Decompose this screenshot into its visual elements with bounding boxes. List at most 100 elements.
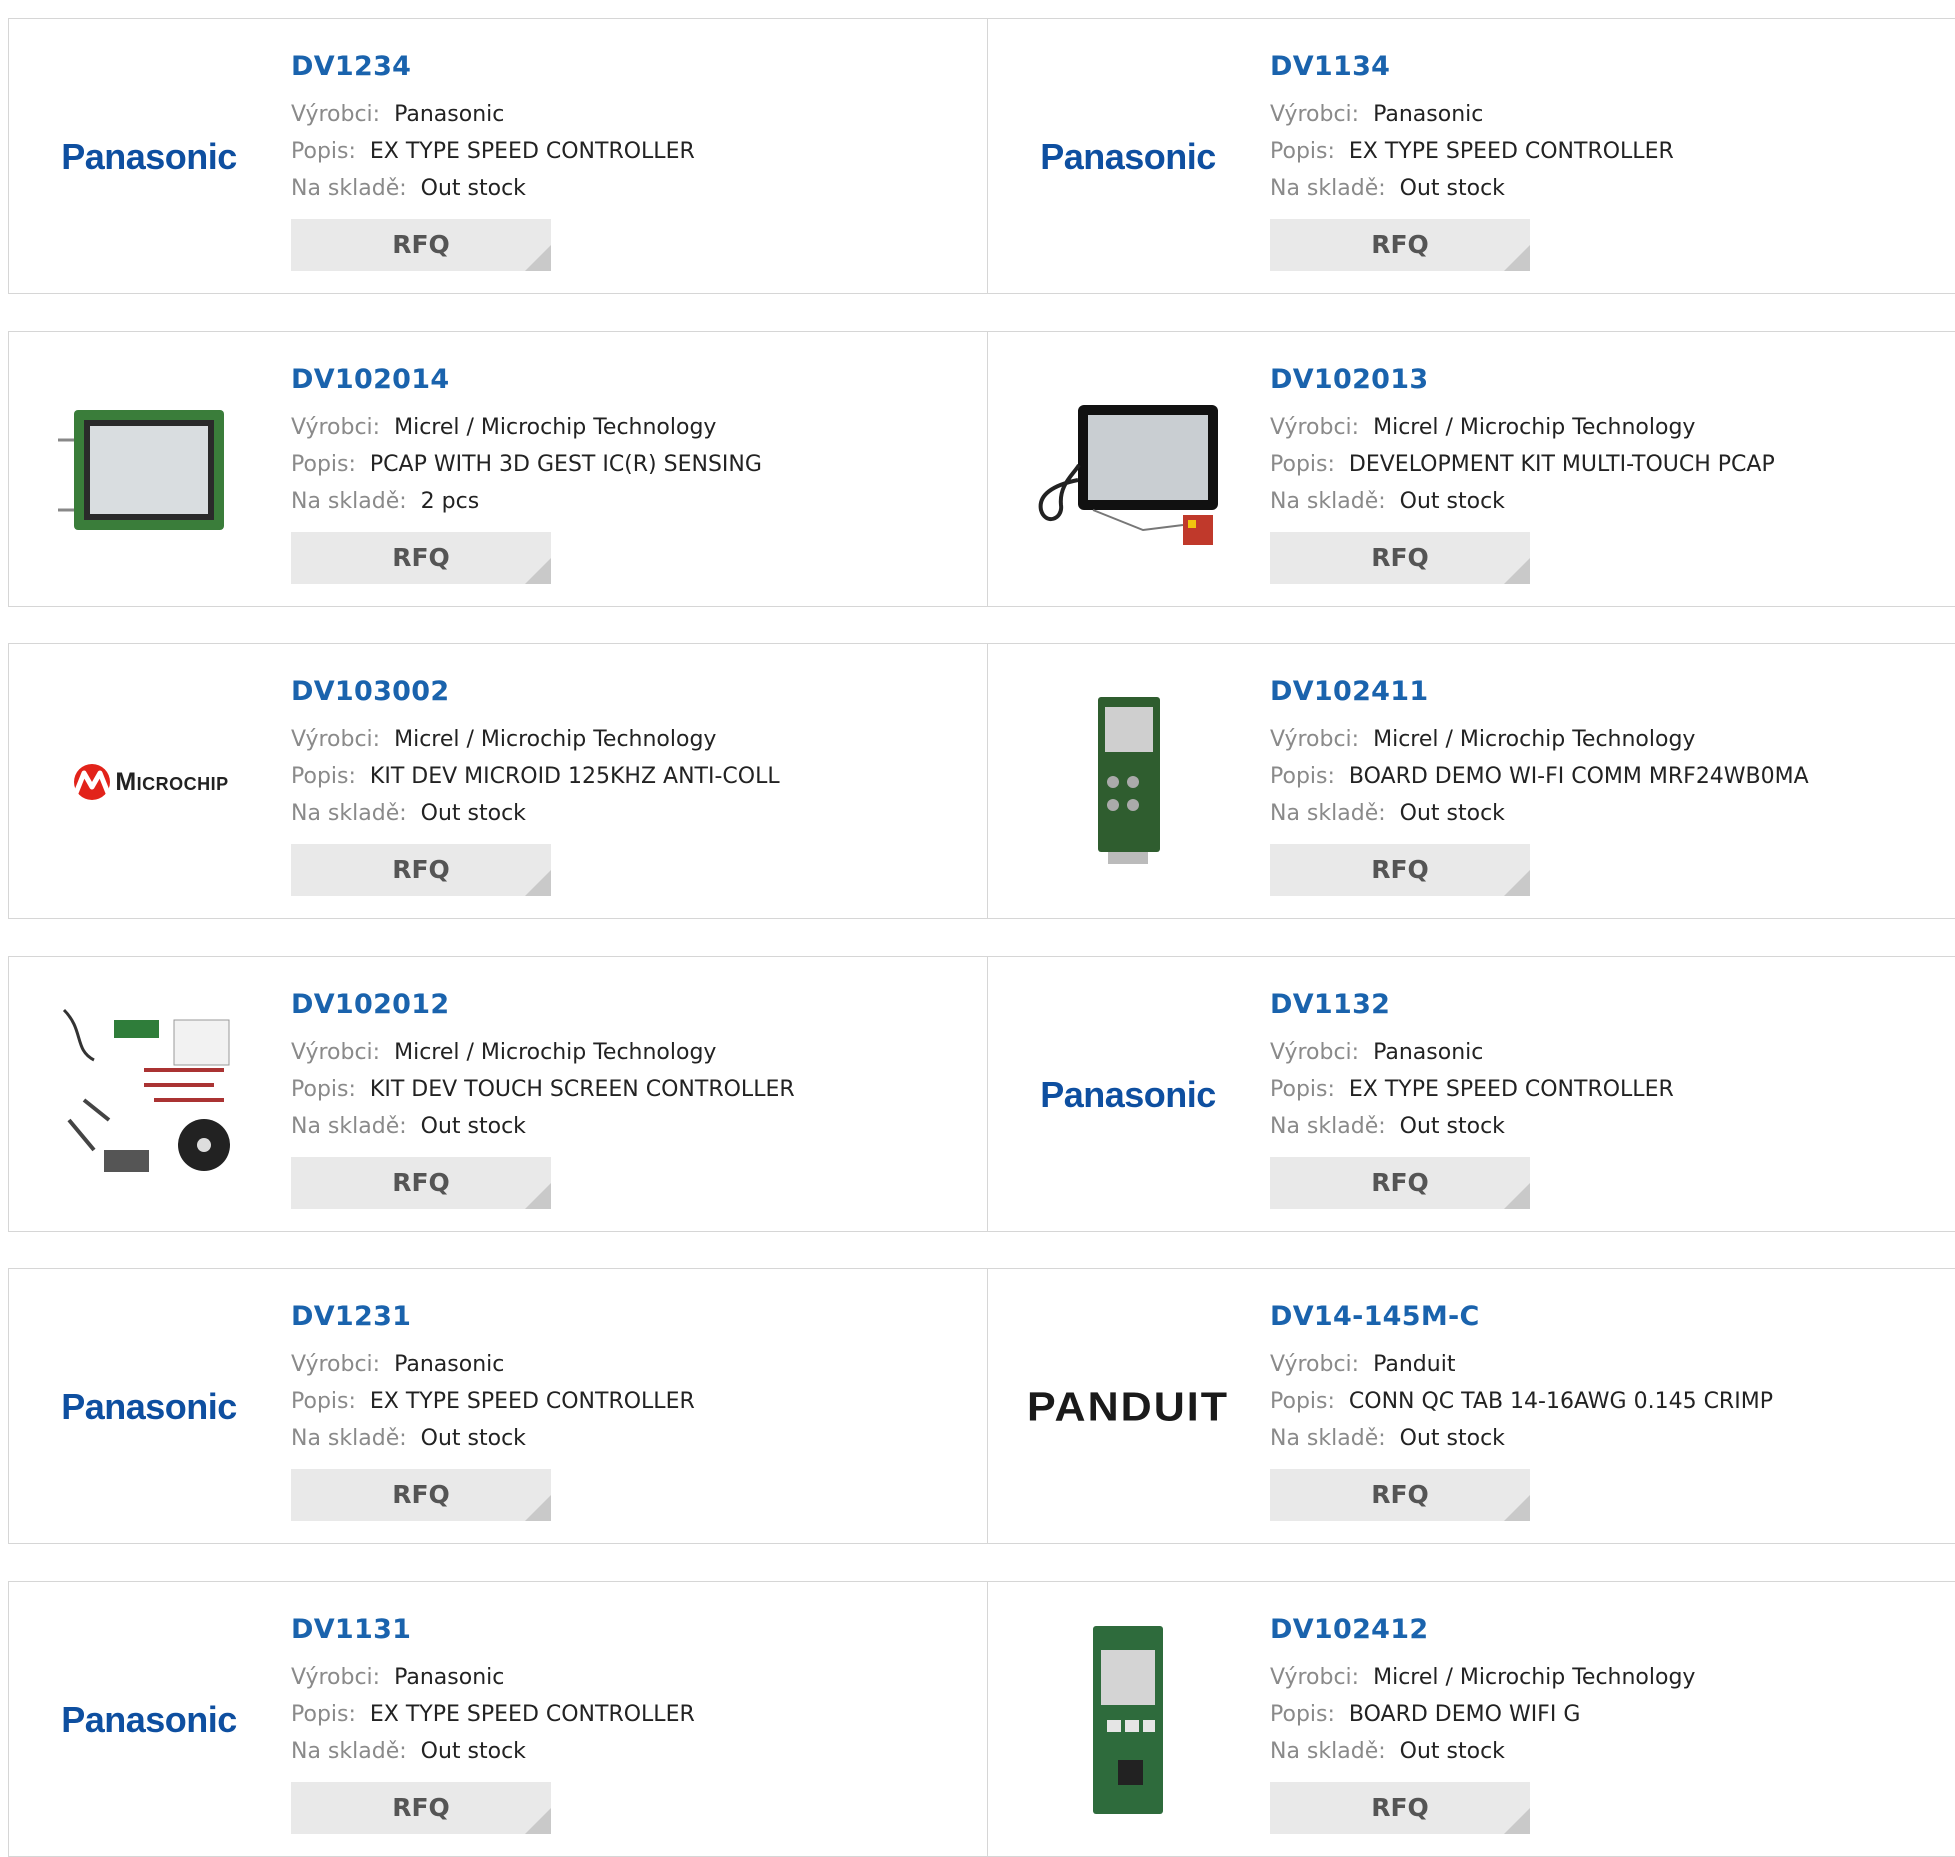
rfq-button[interactable]: RFQ [291,1782,551,1834]
part-number-link[interactable]: DV1134 [1270,51,1950,87]
stock-value: Out stock [1399,176,1505,201]
stock-label: Na skladě: [291,1114,407,1139]
description-value: EX TYPE SPEED CONTROLLER [369,1702,695,1727]
rfq-label: RFQ [1371,543,1429,572]
product-card: Panasonic DV1231 Výrobci: Panasonic Popis… [8,1268,989,1544]
panasonic-logo: Panasonic [61,136,237,177]
stock-value: Out stock [420,1114,526,1139]
description-row: Popis: BOARD DEMO WI-FI COMM MRF24WB0MA [1270,758,1950,795]
description-value: PCAP WITH 3D GEST IC(R) SENSING [369,452,762,477]
manufacturer-label: Výrobci: [291,102,381,127]
stock-row: Na skladě: Out stock [291,1733,971,1770]
part-number-link[interactable]: DV1231 [291,1301,971,1337]
corner-triangle-icon [525,1808,551,1834]
product-photo [1073,687,1183,877]
product-photo [1033,385,1223,555]
stock-label: Na skladě: [291,1426,407,1451]
part-number-link[interactable]: DV103002 [291,676,971,712]
rfq-button[interactable]: RFQ [291,844,551,896]
rfq-button[interactable]: RFQ [1270,1469,1530,1521]
stock-row: Na skladě: Out stock [1270,1108,1950,1145]
microchip-logo: Microchip [69,763,228,801]
rfq-label: RFQ [392,1168,450,1197]
rfq-label: RFQ [392,1793,450,1822]
manufacturer-row: Výrobci: Micrel / Microchip Technology [291,409,971,446]
product-image[interactable]: Panasonic [49,1307,249,1507]
product-image[interactable] [1028,682,1228,882]
stock-label: Na skladě: [1270,1739,1386,1764]
part-number-link[interactable]: DV102013 [1270,364,1950,400]
manufacturer-row: Výrobci: Panasonic [1270,1034,1950,1071]
product-card: DV102013 Výrobci: Micrel / Microchip Tech… [987,331,1955,607]
description-row: Popis: EX TYPE SPEED CONTROLLER [291,1383,971,1420]
part-number-link[interactable]: DV102412 [1270,1614,1950,1650]
description-value: EX TYPE SPEED CONTROLLER [1348,139,1674,164]
product-photo [1073,1620,1183,1820]
stock-label: Na skladě: [1270,489,1386,514]
panasonic-logo: Panasonic [61,1699,237,1740]
description-label: Popis: [291,1389,356,1414]
part-number-link[interactable]: DV102411 [1270,676,1950,712]
product-image[interactable]: Microchip [49,682,249,882]
product-image[interactable]: Panasonic [49,57,249,257]
rfq-button[interactable]: RFQ [291,1157,551,1209]
product-image[interactable]: Panduit [1028,1307,1228,1507]
product-image[interactable] [1028,370,1228,570]
part-number-link[interactable]: DV1132 [1270,989,1950,1025]
part-number-link[interactable]: DV1131 [291,1614,971,1650]
part-number-link[interactable]: DV14-145M-C [1270,1301,1950,1337]
manufacturer-value: Micrel / Microchip Technology [394,727,717,752]
stock-label: Na skladě: [1270,801,1386,826]
description-value: BOARD DEMO WIFI G [1348,1702,1581,1727]
product-info: DV102412 Výrobci: Micrel / Microchip Tech… [1270,1614,1950,1834]
rfq-label: RFQ [1371,855,1429,884]
description-row: Popis: DEVELOPMENT KIT MULTI-TOUCH PCAP [1270,446,1950,483]
stock-label: Na skladě: [1270,1426,1386,1451]
product-image[interactable]: Panasonic [1028,57,1228,257]
stock-value: 2 pcs [420,489,480,514]
stock-row: Na skladě: Out stock [291,1108,971,1145]
rfq-button[interactable]: RFQ [1270,532,1530,584]
product-image[interactable]: Panasonic [49,1620,249,1820]
part-number-link[interactable]: DV102014 [291,364,971,400]
product-image[interactable] [49,370,249,570]
rfq-button[interactable]: RFQ [291,532,551,584]
rfq-button[interactable]: RFQ [1270,844,1530,896]
description-value: DEVELOPMENT KIT MULTI-TOUCH PCAP [1348,452,1775,477]
product-info: DV103002 Výrobci: Micrel / Microchip Tech… [291,676,971,896]
manufacturer-label: Výrobci: [291,1040,381,1065]
rfq-button[interactable]: RFQ [1270,1782,1530,1834]
product-image[interactable] [49,995,249,1195]
part-number-link[interactable]: DV102012 [291,989,971,1025]
rfq-label: RFQ [392,543,450,572]
description-row: Popis: EX TYPE SPEED CONTROLLER [1270,133,1950,170]
corner-triangle-icon [525,870,551,896]
manufacturer-row: Výrobci: Panasonic [1270,96,1950,133]
manufacturer-row: Výrobci: Panduit [1270,1346,1950,1383]
manufacturer-row: Výrobci: Panasonic [291,96,971,133]
description-label: Popis: [291,452,356,477]
product-info: DV102411 Výrobci: Micrel / Microchip Tech… [1270,676,1950,896]
stock-value: Out stock [1399,801,1505,826]
manufacturer-label: Výrobci: [1270,1040,1360,1065]
description-value: BOARD DEMO WI-FI COMM MRF24WB0MA [1348,764,1809,789]
stock-label: Na skladě: [291,1739,407,1764]
rfq-button[interactable]: RFQ [1270,219,1530,271]
manufacturer-value: Panduit [1373,1352,1456,1377]
description-label: Popis: [291,1077,356,1102]
manufacturer-value: Micrel / Microchip Technology [1373,415,1696,440]
manufacturer-label: Výrobci: [1270,727,1360,752]
description-value: EX TYPE SPEED CONTROLLER [1348,1077,1674,1102]
product-image[interactable]: Panasonic [1028,995,1228,1195]
description-label: Popis: [1270,1389,1335,1414]
stock-row: Na skladě: Out stock [1270,1420,1950,1457]
description-value: EX TYPE SPEED CONTROLLER [369,139,695,164]
panduit-logo: Panduit [1028,1383,1228,1430]
part-number-link[interactable]: DV1234 [291,51,971,87]
product-info: DV1234 Výrobci: Panasonic Popis: EX TYPE S… [291,51,971,271]
product-image[interactable] [1028,1620,1228,1820]
rfq-button[interactable]: RFQ [291,219,551,271]
rfq-button[interactable]: RFQ [291,1469,551,1521]
rfq-button[interactable]: RFQ [1270,1157,1530,1209]
stock-value: Out stock [420,176,526,201]
